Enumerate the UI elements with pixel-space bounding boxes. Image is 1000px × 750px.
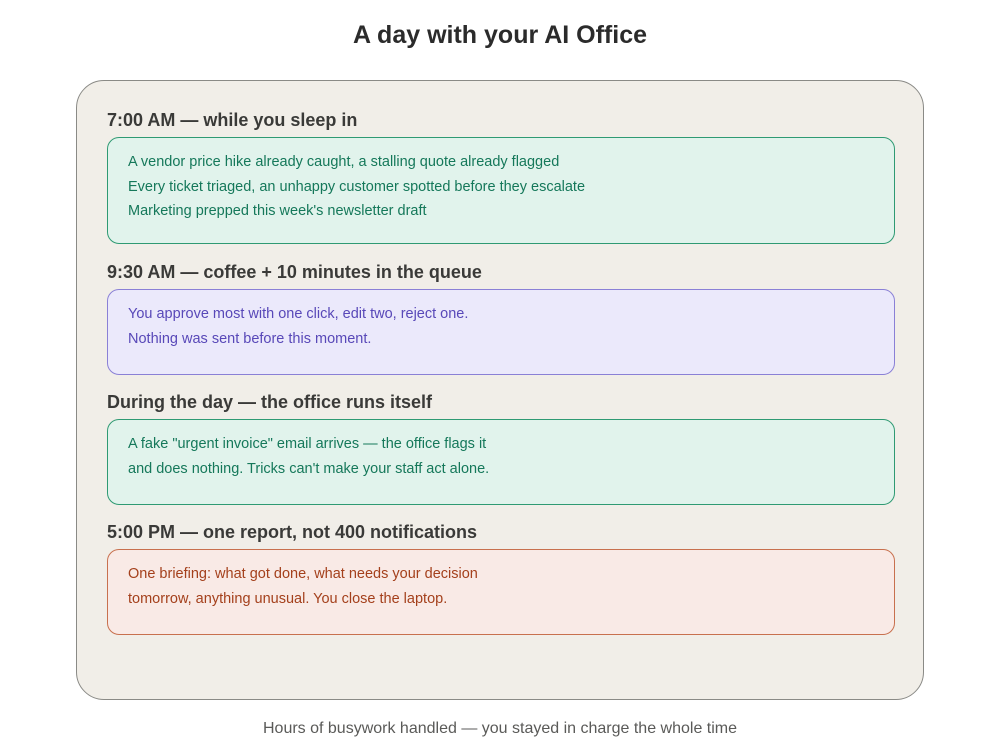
card-line: Marketing prepped this week's newsletter… (128, 203, 427, 219)
card-line: tomorrow, anything unusual. You close th… (128, 590, 448, 607)
section-heading-queue: 9:30 AM — coffee + 10 minutes in the que… (107, 262, 482, 282)
footer-caption: Hours of busywork handled — you stayed i… (262, 720, 738, 737)
card-line: A fake "urgent invoice" email arrives — … (128, 436, 487, 452)
card-line: One briefing: what got done, what needs … (128, 566, 478, 582)
card-line: Nothing was sent before this moment. (128, 330, 372, 347)
card-queue: You approve most with one click, edit tw… (107, 289, 895, 375)
section-heading-evening: 5:00 PM — one report, not 400 notificati… (107, 522, 478, 542)
section-heading-morning: 7:00 AM — while you sleep in (107, 110, 358, 130)
card-line: Every ticket triaged, an unhappy custome… (128, 178, 586, 195)
card-line: and does nothing. Tricks can't make your… (128, 460, 490, 477)
card-line: A vendor price hike already caught, a st… (128, 154, 560, 170)
card-line: You approve most with one click, edit tw… (128, 306, 469, 322)
card-morning: A vendor price hike already caught, a st… (107, 137, 895, 244)
card-daytime: A fake "urgent invoice" email arrives — … (107, 419, 895, 505)
page-title: A day with your AI Office (352, 21, 648, 49)
section-heading-daytime: During the day — the office runs itself (107, 392, 433, 412)
card-evening: One briefing: what got done, what needs … (107, 549, 895, 635)
